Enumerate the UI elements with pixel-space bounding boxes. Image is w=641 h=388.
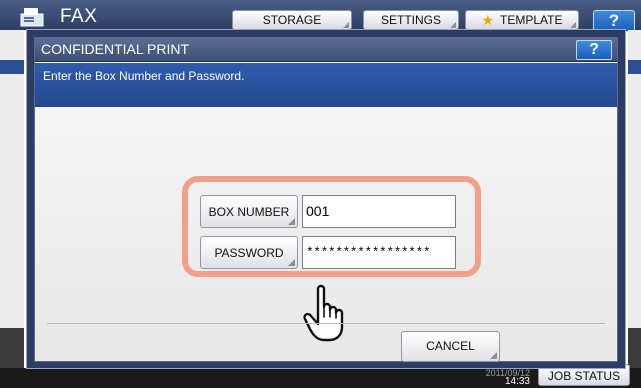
cancel-button[interactable]: CANCEL <box>401 331 500 362</box>
dialog-body: BOX NUMBER 001 PASSWORD ****************… <box>35 107 617 362</box>
star-icon: ★ <box>481 11 495 28</box>
background-dark-right <box>628 328 641 368</box>
pointing-hand-icon <box>303 284 344 342</box>
dialog-title: CONFIDENTIAL PRINT <box>41 41 190 57</box>
password-label: PASSWORD <box>214 245 284 260</box>
corner-arrow-icon <box>343 22 349 28</box>
settings-button-label: SETTINGS <box>380 13 441 27</box>
dialog-help-button[interactable]: ? <box>576 40 612 60</box>
fax-icon <box>20 8 44 27</box>
box-number-label: BOX NUMBER <box>208 204 290 219</box>
clock-time: 14:33 <box>504 376 530 387</box>
settings-button[interactable]: SETTINGS <box>363 10 459 30</box>
corner-arrow-icon <box>288 218 295 225</box>
background-bar-right <box>628 60 641 74</box>
password-button[interactable]: PASSWORD <box>200 236 298 269</box>
corner-arrow-icon <box>570 22 576 28</box>
background-dark-left <box>0 328 24 368</box>
app-title: FAX <box>60 6 98 27</box>
template-button-label: TEMPLATE <box>500 13 563 27</box>
storage-button[interactable]: STORAGE <box>232 10 352 30</box>
background-panel-left <box>0 30 24 370</box>
dialog-header: CONFIDENTIAL PRINT ? <box>35 38 617 62</box>
storage-button-label: STORAGE <box>262 13 322 27</box>
background-panel-right <box>628 30 641 370</box>
dialog-inner: CONFIDENTIAL PRINT ? Enter the Box Numbe… <box>34 37 618 362</box>
corner-arrow-icon <box>490 352 497 359</box>
template-button[interactable]: ★ TEMPLATE <box>465 10 579 30</box>
corner-arrow-icon <box>450 22 456 28</box>
corner-arrow-icon <box>288 259 295 266</box>
box-number-field[interactable]: 001 <box>302 195 456 228</box>
cancel-button-label: CANCEL <box>426 339 475 353</box>
confidential-print-dialog: CONFIDENTIAL PRINT ? Enter the Box Numbe… <box>26 29 626 369</box>
box-number-button[interactable]: BOX NUMBER <box>200 195 298 228</box>
dialog-message: Enter the Box Number and Password. <box>43 69 245 83</box>
dialog-message-bar: Enter the Box Number and Password. <box>35 63 617 107</box>
password-field[interactable]: ***************** <box>302 236 456 269</box>
clock: 2011/09/12 14:33 <box>470 368 530 388</box>
background-bar-left <box>0 60 24 74</box>
separator-line <box>47 323 605 324</box>
